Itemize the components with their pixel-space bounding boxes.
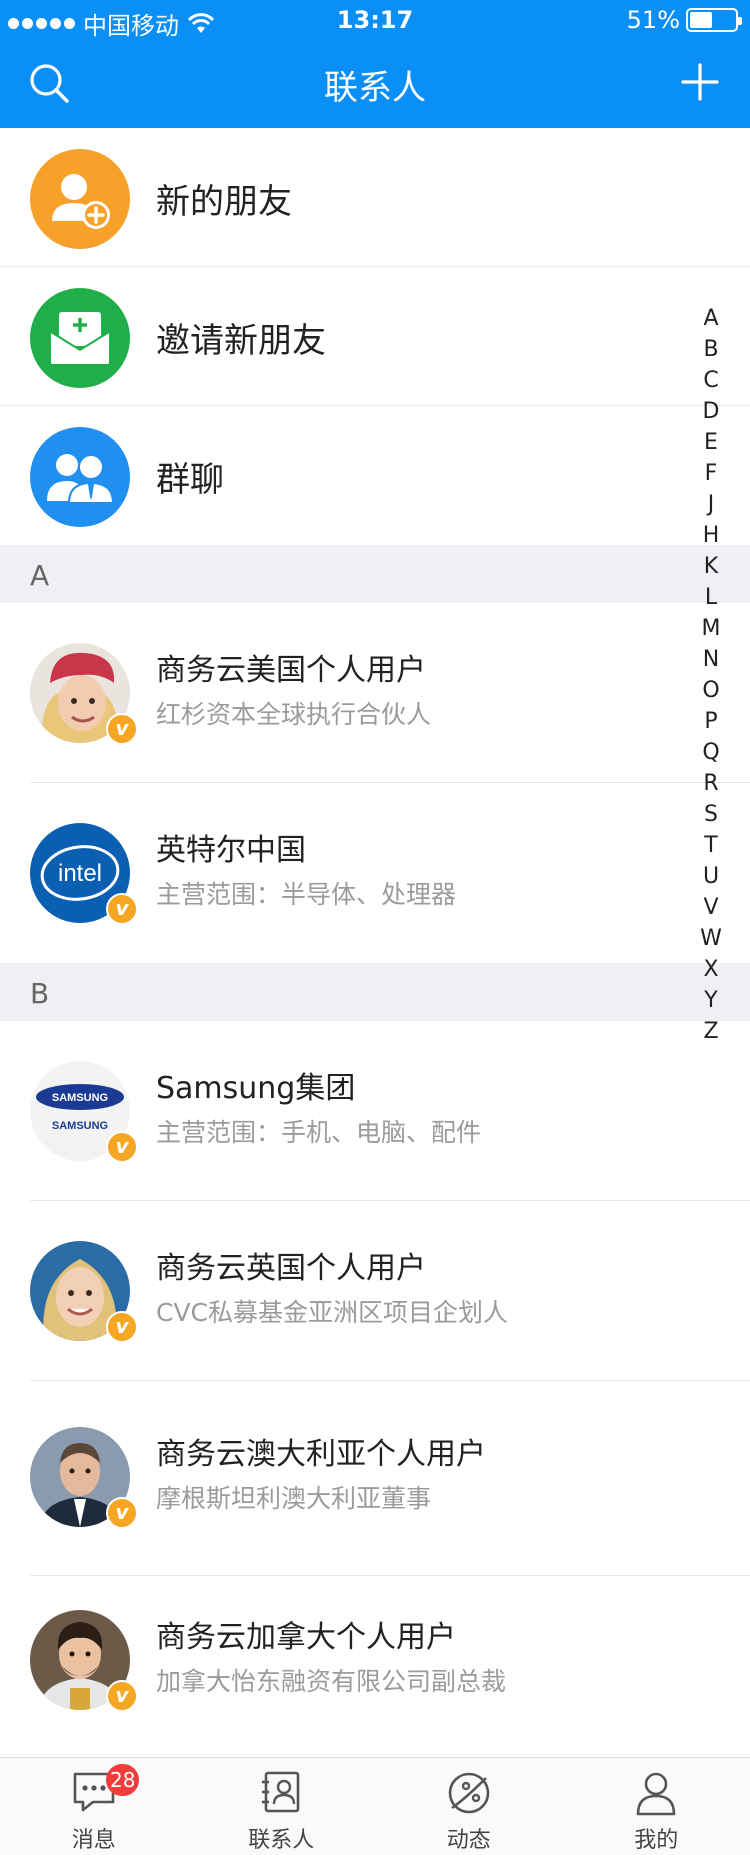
contact-subtitle: 摩根斯坦利澳大利亚董事 <box>156 1484 432 1513</box>
alphabet-index-letter[interactable]: S <box>698 802 724 833</box>
alphabet-index-letter[interactable]: O <box>698 678 724 709</box>
tab-me[interactable]: 我的 <box>563 1758 750 1855</box>
plus-icon[interactable] <box>680 62 720 102</box>
contact-name: 商务云英国个人用户 <box>156 1251 426 1286</box>
contact-name: 商务云澳大利亚个人用户 <box>156 1437 486 1472</box>
tab-label: 消息 <box>71 1828 116 1853</box>
new-friends-row[interactable]: 新的朋友 <box>0 128 750 267</box>
group-chat-row[interactable]: 群聊 <box>0 406 750 545</box>
verified-badge: v <box>106 1131 138 1163</box>
tab-bar: 28 消息 联系人 动态 我的 <box>0 1757 750 1855</box>
new-friends-label: 新的朋友 <box>156 182 292 222</box>
contact-item[interactable]: v 商务云加拿大个人用户 加拿大怡东融资有限公司副总裁 <box>0 1576 750 1756</box>
contact-item[interactable]: v 商务云英国个人用户 CVC私募基金亚洲区项目企划人 <box>0 1201 750 1381</box>
contact-subtitle: 红杉资本全球执行合伙人 <box>156 700 432 729</box>
alphabet-index-letter[interactable]: Q <box>698 740 724 771</box>
battery-icon <box>686 8 742 32</box>
verified-badge: v <box>106 893 138 925</box>
alphabet-index-letter[interactable]: C <box>698 368 724 399</box>
tab-messages[interactable]: 28 消息 <box>0 1758 188 1855</box>
section-letter: B <box>30 977 50 1010</box>
alphabet-index-letter[interactable]: Z <box>698 1019 724 1050</box>
alphabet-index-letter[interactable]: L <box>698 585 724 616</box>
contact-subtitle: 主营范围：手机、电脑、配件 <box>156 1118 482 1147</box>
section-header-a: A <box>0 545 750 603</box>
battery-percent: 51% <box>626 6 680 34</box>
tab-contacts[interactable]: 联系人 <box>188 1758 376 1855</box>
page-title: 联系人 <box>324 68 426 108</box>
section-header-b: B <box>0 963 750 1021</box>
tab-label: 动态 <box>446 1828 491 1853</box>
tab-moments[interactable]: 动态 <box>375 1758 563 1855</box>
alphabet-index-letter[interactable]: H <box>698 523 724 554</box>
alphabet-index-letter[interactable]: V <box>698 895 724 926</box>
group-chat-label: 群聊 <box>156 460 224 500</box>
svg-text:intel: intel <box>58 860 102 887</box>
contact-item[interactable]: SAMSUNG SAMSUNG v Samsung集团 主营范围：手机、电脑、配… <box>0 1021 750 1201</box>
tab-label: 联系人 <box>248 1828 315 1853</box>
alphabet-index-letter[interactable]: D <box>698 399 724 430</box>
contact-list: 新的朋友 邀请新朋友 群聊 A v 商务云美国个人用户 红杉资本全球执行合伙人 … <box>0 128 750 1756</box>
contact-item[interactable]: intel v 英特尔中国 主营范围：半导体、处理器 <box>0 783 750 963</box>
alphabet-index-letter[interactable]: X <box>698 957 724 988</box>
verified-badge: v <box>106 1311 138 1343</box>
alphabet-index-letter[interactable]: W <box>698 926 724 957</box>
verified-badge: v <box>106 1680 138 1712</box>
battery-indicator: 51% <box>626 6 742 34</box>
status-bar: 中国移动 13:17 51% <box>0 0 750 40</box>
discover-icon <box>448 1772 490 1814</box>
tab-label: 我的 <box>634 1828 679 1853</box>
contact-subtitle: 加拿大怡东融资有限公司副总裁 <box>156 1667 507 1696</box>
alphabet-index-letter[interactable]: U <box>698 864 724 895</box>
alphabet-index-letter[interactable]: E <box>698 430 724 461</box>
invite-friends-row[interactable]: 邀请新朋友 <box>0 267 750 406</box>
header: 中国移动 13:17 51% 联系人 <box>0 0 750 128</box>
alphabet-index-letter[interactable]: P <box>698 709 724 740</box>
contact-item[interactable]: v 商务云澳大利亚个人用户 摩根斯坦利澳大利亚董事 <box>0 1381 750 1576</box>
contact-name: Samsung集团 <box>156 1071 356 1106</box>
invite-envelope-icon <box>30 288 130 388</box>
svg-text:SAMSUNG: SAMSUNG <box>52 1092 108 1104</box>
nav-bar: 联系人 <box>0 40 750 128</box>
alphabet-index-letter[interactable]: K <box>698 554 724 585</box>
alphabet-index-letter[interactable]: R <box>698 771 724 802</box>
invite-friends-label: 邀请新朋友 <box>156 321 326 361</box>
contact-subtitle: 主营范围：半导体、处理器 <box>156 880 457 909</box>
alphabet-index[interactable]: ABCDEFJHKLMNOPQRSTUVWXYZ <box>698 306 724 1050</box>
group-chat-icon <box>30 427 130 527</box>
svg-text:SAMSUNG: SAMSUNG <box>52 1120 108 1132</box>
contact-item[interactable]: v 商务云美国个人用户 红杉资本全球执行合伙人 <box>0 603 750 783</box>
alphabet-index-letter[interactable]: F <box>698 461 724 492</box>
alphabet-index-letter[interactable]: J <box>698 492 724 523</box>
contacts-icon <box>262 1771 300 1813</box>
alphabet-index-letter[interactable]: T <box>698 833 724 864</box>
contact-subtitle: CVC私募基金亚洲区项目企划人 <box>156 1298 509 1327</box>
verified-badge: v <box>106 713 138 745</box>
alphabet-index-letter[interactable]: A <box>698 306 724 337</box>
unread-badge: 28 <box>106 1764 140 1796</box>
add-friend-icon <box>30 149 130 249</box>
contact-name: 英特尔中国 <box>156 833 306 868</box>
alphabet-index-letter[interactable]: B <box>698 337 724 368</box>
contact-name: 商务云美国个人用户 <box>156 653 426 688</box>
contact-name: 商务云加拿大个人用户 <box>156 1620 456 1655</box>
alphabet-index-letter[interactable]: Y <box>698 988 724 1019</box>
alphabet-index-letter[interactable]: M <box>698 616 724 647</box>
verified-badge: v <box>106 1497 138 1529</box>
profile-icon <box>636 1772 676 1816</box>
section-letter: A <box>30 559 50 592</box>
alphabet-index-letter[interactable]: N <box>698 647 724 678</box>
